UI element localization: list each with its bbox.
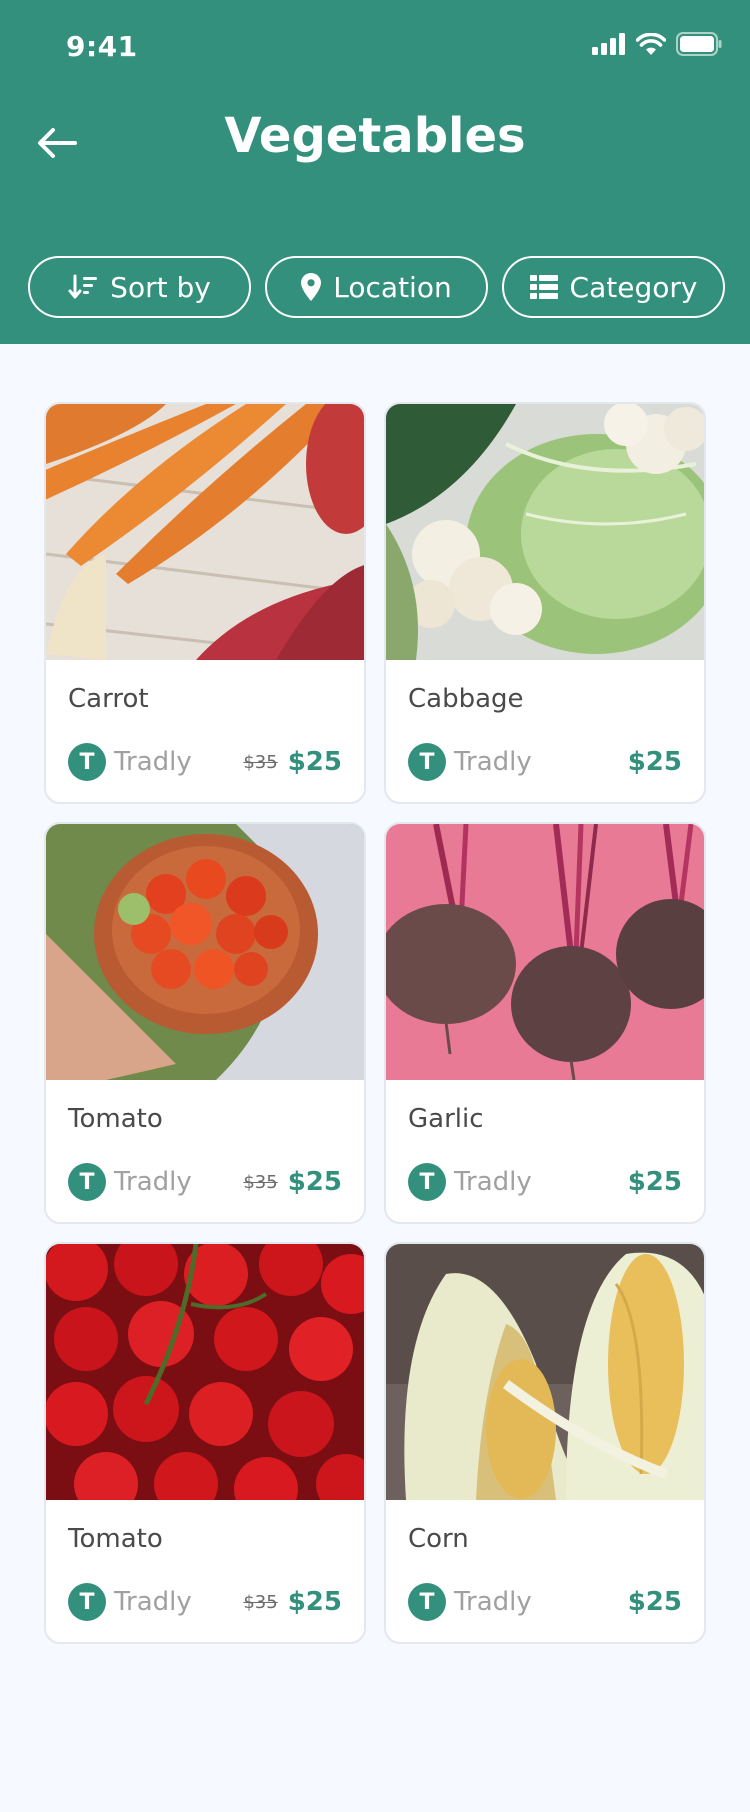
old-price: $35 — [243, 751, 278, 773]
product-name: Corn — [408, 1524, 469, 1554]
status-time: 9:41 — [66, 30, 138, 63]
store-name: Tradly — [454, 747, 532, 777]
product-card[interactable]: Garlic T Tradly $25 — [384, 822, 706, 1224]
product-image-corn — [386, 1244, 704, 1500]
product-name: Cabbage — [408, 684, 524, 714]
sort-by-button[interactable]: Sort by — [28, 256, 251, 318]
filter-bar: Sort by Location Category — [28, 256, 725, 318]
product-card[interactable]: Tomato T Tradly $35 $25 — [44, 1242, 366, 1644]
product-image-beetroot — [386, 824, 704, 1080]
product-name: Tomato — [68, 1524, 163, 1554]
old-price: $35 — [243, 1591, 278, 1613]
product-name: Carrot — [68, 684, 149, 714]
store-name: Tradly — [114, 1167, 192, 1197]
price: $25 — [627, 1587, 682, 1617]
store-name: Tradly — [114, 747, 192, 777]
nav-bar: Vegetables — [0, 100, 750, 180]
product-grid: Carrot T Tradly $35 $25 Cabbage T Tradly… — [44, 402, 706, 1644]
price: $25 — [287, 1167, 342, 1197]
wifi-icon — [636, 33, 666, 55]
price: $25 — [287, 747, 342, 777]
product-name: Garlic — [408, 1104, 484, 1134]
product-image-tomatoes — [46, 1244, 364, 1500]
store-avatar: T — [408, 743, 446, 781]
store-avatar: T — [68, 1583, 106, 1621]
product-card[interactable]: Corn T Tradly $25 — [384, 1242, 706, 1644]
product-card[interactable]: Carrot T Tradly $35 $25 — [44, 402, 366, 804]
sort-icon — [68, 274, 98, 299]
store-avatar: T — [68, 743, 106, 781]
location-pin-icon — [301, 273, 322, 301]
signal-icon — [592, 33, 625, 55]
store-avatar: T — [408, 1163, 446, 1201]
store-name: Tradly — [454, 1167, 532, 1197]
price: $25 — [287, 1587, 342, 1617]
store-avatar: T — [408, 1583, 446, 1621]
price: $25 — [627, 747, 682, 777]
category-label: Category — [569, 270, 698, 304]
product-card[interactable]: Cabbage T Tradly $25 — [384, 402, 706, 804]
category-button[interactable]: Category — [502, 256, 725, 318]
list-icon — [529, 275, 558, 299]
status-icons — [592, 32, 722, 56]
location-button[interactable]: Location — [265, 256, 488, 318]
product-card[interactable]: Tomato T Tradly $35 $25 — [44, 822, 366, 1224]
store-name: Tradly — [114, 1587, 192, 1617]
product-image-cauliflower — [386, 404, 704, 660]
page-title: Vegetables — [224, 108, 526, 164]
store-name: Tradly — [454, 1587, 532, 1617]
product-name: Tomato — [68, 1104, 163, 1134]
battery-icon — [676, 32, 722, 56]
location-label: Location — [333, 270, 452, 304]
old-price: $35 — [243, 1171, 278, 1193]
status-bar: 9:41 — [0, 0, 750, 96]
sort-by-label: Sort by — [110, 270, 211, 304]
app-header: 9:41 Vegetables Sort by Location Categor… — [0, 0, 750, 344]
product-image-tomato-bowl — [46, 824, 364, 1080]
store-avatar: T — [68, 1163, 106, 1201]
product-image-carrot — [46, 404, 364, 660]
price: $25 — [627, 1167, 682, 1197]
